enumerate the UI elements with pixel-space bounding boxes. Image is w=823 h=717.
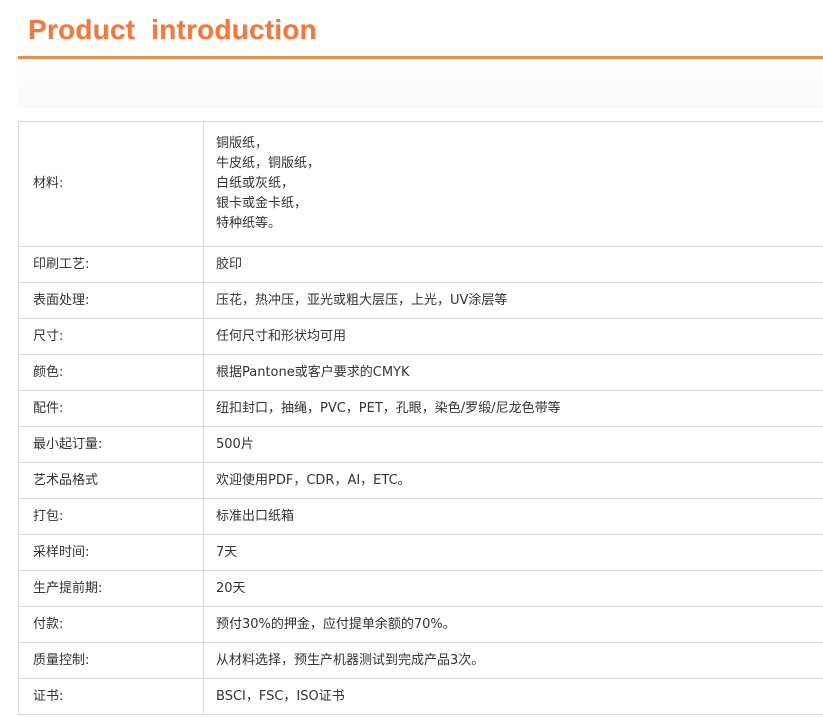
table-row: 生产提前期: 20天 [18, 570, 823, 607]
row-label: 材料: [18, 121, 204, 247]
table-row: 艺术品格式 欢迎使用PDF，CDR，AI，ETC。 [18, 462, 823, 499]
page-title: Product introduction [28, 14, 317, 45]
row-label: 生产提前期: [18, 570, 204, 607]
material-line: 银卡或金卡纸， [216, 196, 308, 211]
row-value: 500片 [203, 426, 823, 463]
row-label: 艺术品格式 [18, 462, 204, 499]
material-line: 牛皮纸，铜版纸， [216, 156, 321, 171]
row-label: 最小起订量: [18, 426, 204, 463]
row-value: BSCI，FSC，ISO证书 [203, 678, 823, 715]
row-label: 证书: [18, 678, 204, 715]
row-label: 表面处理: [18, 282, 204, 319]
row-label: 颜色: [18, 354, 204, 391]
row-value: 胶印 [203, 246, 823, 283]
material-line: 铜版纸， [216, 136, 269, 151]
row-value: 纽扣封口，抽绳，PVC，PET，孔眼，染色/罗缎/尼龙色带等 [203, 390, 823, 427]
row-value: 欢迎使用PDF，CDR，AI，ETC。 [203, 462, 823, 499]
row-label: 尺寸: [18, 318, 204, 355]
row-value: 预付30%的押金，应付提单余额的70%。 [203, 606, 823, 643]
row-label: 配件: [18, 390, 204, 427]
table-row: 配件: 纽扣封口，抽绳，PVC，PET，孔眼，染色/罗缎/尼龙色带等 [18, 390, 823, 427]
title-bar: Product introduction [18, 0, 823, 59]
row-label: 质量控制: [18, 642, 204, 679]
row-label: 采样时间: [18, 534, 204, 571]
row-value: 7天 [203, 534, 823, 571]
table-row: 表面处理: 压花，热冲压，亚光或粗大层压，上光，UV涂层等 [18, 282, 823, 319]
row-label: 印刷工艺: [18, 246, 204, 283]
table-row: 尺寸: 任何尺寸和形状均可用 [18, 318, 823, 355]
material-line: 特种纸等。 [216, 216, 282, 231]
row-label: 打包: [18, 498, 204, 535]
row-value: 根据Pantone或客户要求的CMYK [203, 354, 823, 391]
row-value: 20天 [203, 570, 823, 607]
spec-table: 材料: 铜版纸， 牛皮纸，铜版纸， 白纸或灰纸， 银卡或金卡纸， 特种纸等。 印… [18, 121, 823, 715]
table-row: 付款: 预付30%的押金，应付提单余额的70%。 [18, 606, 823, 643]
row-value: 从材料选择，预生产机器测试到完成产品3次。 [203, 642, 823, 679]
row-value: 任何尺寸和形状均可用 [203, 318, 823, 355]
table-row: 印刷工艺: 胶印 [18, 246, 823, 283]
table-row: 最小起订量: 500片 [18, 426, 823, 463]
table-row: 采样时间: 7天 [18, 534, 823, 571]
material-line: 白纸或灰纸， [216, 176, 295, 191]
table-row: 颜色: 根据Pantone或客户要求的CMYK [18, 354, 823, 391]
spacer-band [18, 62, 823, 108]
table-row: 质量控制: 从材料选择，预生产机器测试到完成产品3次。 [18, 642, 823, 679]
table-row: 打包: 标准出口纸箱 [18, 498, 823, 535]
row-value: 压花，热冲压，亚光或粗大层压，上光，UV涂层等 [203, 282, 823, 319]
table-row: 证书: BSCI，FSC，ISO证书 [18, 678, 823, 715]
row-value: 铜版纸， 牛皮纸，铜版纸， 白纸或灰纸， 银卡或金卡纸， 特种纸等。 [203, 121, 823, 247]
row-label: 付款: [18, 606, 204, 643]
table-row-material: 材料: 铜版纸， 牛皮纸，铜版纸， 白纸或灰纸， 银卡或金卡纸， 特种纸等。 [18, 121, 823, 247]
row-value: 标准出口纸箱 [203, 498, 823, 535]
